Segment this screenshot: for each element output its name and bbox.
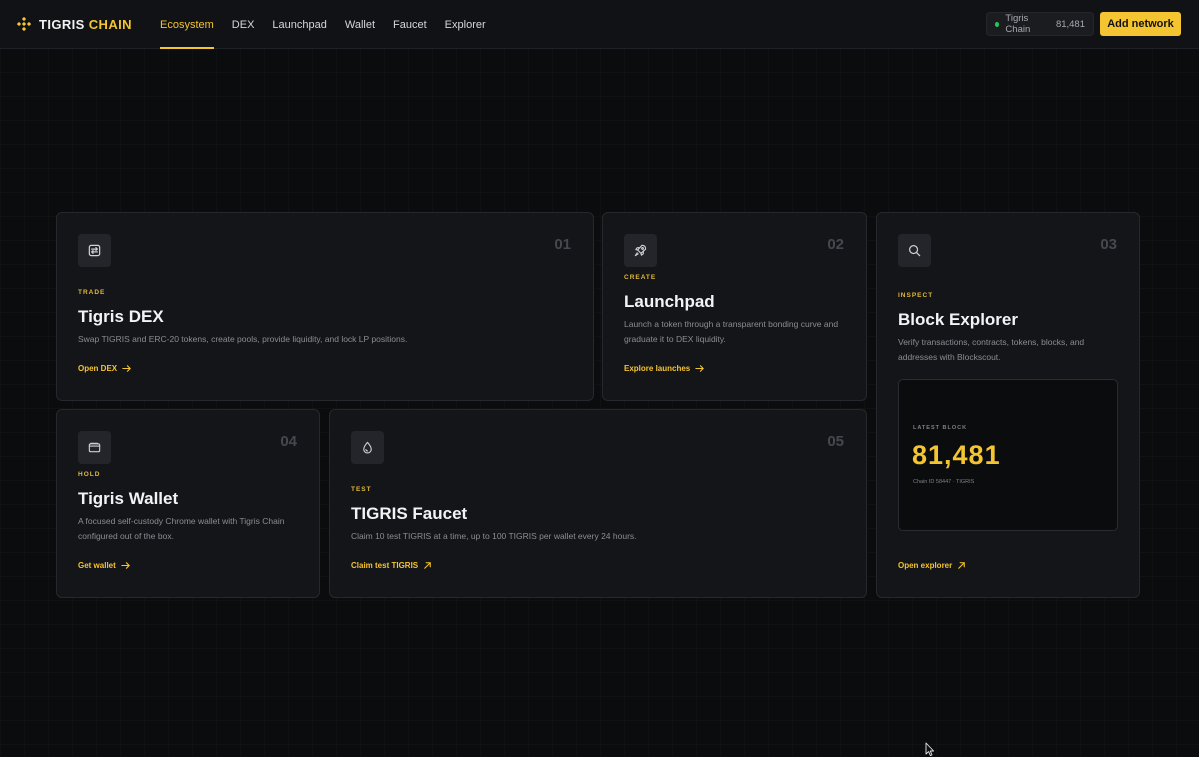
card-description: Launch a token through a transparent bon… (624, 319, 839, 344)
nav-link-ecosystem[interactable]: Ecosystem (160, 0, 214, 49)
nav-link-dex[interactable]: DEX (232, 0, 255, 49)
arrow-up-right-icon (958, 562, 966, 569)
brand-name: TIGRIS CHAIN (39, 16, 132, 32)
latest-block-panel: LATEST BLOCK 81,481 Chain ID 58447 · TIG… (898, 379, 1118, 531)
card-explorer[interactable]: 03 INSPECT Block Explorer Verify transac… (876, 212, 1140, 598)
card-tag: INSPECT (898, 292, 934, 299)
latest-block-value: 81,481 (912, 440, 1001, 470)
tigris-logo-icon (17, 17, 31, 31)
card-description: Claim 10 test TIGRIS at a time, up to 10… (351, 531, 637, 541)
mouse-cursor-icon (925, 742, 935, 757)
top-nav: TIGRIS CHAIN Ecosystem DEX Launchpad Wal… (0, 0, 1199, 49)
arrow-right-icon (121, 562, 130, 569)
nav-link-wallet[interactable]: Wallet (345, 0, 375, 49)
chain-id-meta: Chain ID 58447 · TIGRIS (913, 479, 975, 485)
search-icon (898, 234, 931, 267)
claim-test-tigris-link[interactable]: Claim test TIGRIS (351, 560, 433, 571)
latest-block-label: LATEST BLOCK (913, 425, 968, 431)
swap-icon (78, 234, 111, 267)
chain-status-pill[interactable]: Tigris Chain 81,481 (986, 12, 1094, 36)
get-wallet-link[interactable]: Get wallet (78, 560, 131, 571)
card-title: TIGRIS Faucet (351, 504, 468, 523)
arrow-up-right-icon (424, 562, 431, 569)
chain-block-number: 81,481 (1055, 18, 1085, 30)
card-number: 05 (827, 433, 844, 450)
nav-links: Ecosystem DEX Launchpad Wallet Faucet Ex… (160, 0, 504, 49)
card-description: Swap TIGRIS and ERC-20 tokens, create po… (78, 334, 408, 344)
card-number: 01 (554, 236, 571, 253)
card-title: Launchpad (624, 292, 715, 311)
open-dex-link[interactable]: Open DEX (78, 363, 132, 374)
explore-launches-link[interactable]: Explore launches (624, 363, 705, 374)
card-tag: HOLD (78, 471, 101, 478)
nav-link-explorer[interactable]: Explorer (445, 0, 486, 49)
brand-logo[interactable]: TIGRIS CHAIN (17, 15, 132, 33)
card-title: Tigris Wallet (78, 489, 179, 508)
open-explorer-link[interactable]: Open explorer (898, 560, 967, 571)
nav-link-faucet[interactable]: Faucet (393, 0, 427, 49)
droplet-icon (351, 431, 384, 464)
card-description: A focused self-custody Chrome wallet wit… (78, 516, 285, 541)
wallet-icon (78, 431, 111, 464)
card-faucet[interactable]: 05 TEST TIGRIS Faucet Claim 10 test TIGR… (329, 409, 867, 598)
add-network-button[interactable]: Add network (1100, 12, 1181, 36)
rocket-icon (624, 234, 657, 267)
card-dex[interactable]: 01 TRADE Tigris DEX Swap TIGRIS and ERC-… (56, 212, 594, 401)
card-title: Tigris DEX (78, 307, 164, 326)
arrow-right-icon (695, 365, 705, 372)
card-number: 02 (827, 236, 844, 253)
card-number: 04 (280, 433, 297, 450)
card-launchpad[interactable]: 02 CREATE Launchpad Launch a token throu… (602, 212, 867, 401)
card-description: Verify transactions, contracts, tokens, … (898, 337, 1085, 362)
nav-link-launchpad[interactable]: Launchpad (272, 0, 326, 49)
chain-name: Tigris Chain (1005, 13, 1031, 35)
arrow-right-icon (122, 365, 132, 372)
card-tag: TRADE (78, 289, 106, 296)
card-number: 03 (1100, 236, 1117, 253)
card-wallet[interactable]: 04 HOLD Tigris Wallet A focused self-cus… (56, 409, 320, 598)
status-dot-icon (995, 21, 1000, 27)
card-tag: TEST (351, 486, 372, 493)
card-title: Block Explorer (898, 310, 1018, 329)
card-tag: CREATE (624, 274, 657, 281)
